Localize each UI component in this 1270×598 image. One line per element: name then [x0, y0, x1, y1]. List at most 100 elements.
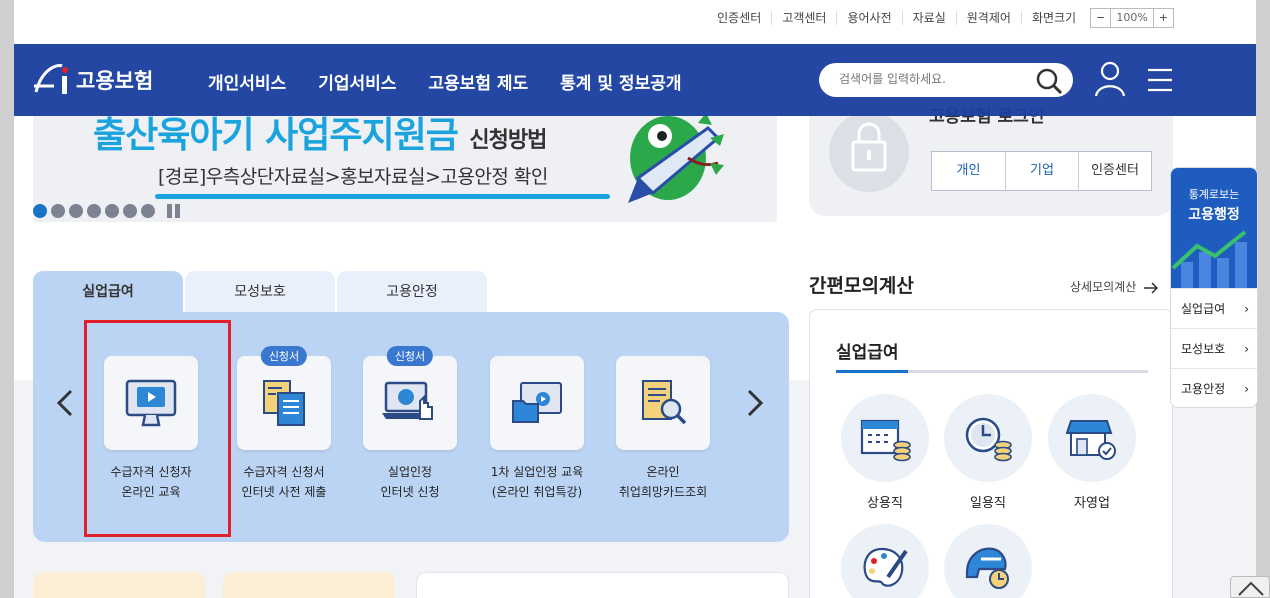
chevron-right-icon: › [1244, 302, 1249, 316]
chevron-right-icon: › [1244, 382, 1249, 396]
util-link-archive[interactable]: 자료실 [901, 11, 956, 25]
service-icon-box: 신청서 [363, 346, 457, 450]
hamburger-menu-icon[interactable] [1146, 68, 1174, 92]
main-banner[interactable]: 출산육아기 사업주지원금 신청방법 [경로]우측상단자료실>홍보자료실>고용안정… [33, 116, 777, 222]
util-link-certification[interactable]: 인증센터 [707, 11, 771, 25]
calc-item-delivery[interactable] [943, 524, 1033, 598]
zoom-label: 화면크기 [1020, 11, 1086, 25]
service-item-job-card-inquiry[interactable]: 온라인 취업희망카드조회 [603, 356, 723, 502]
chevron-up-icon [1238, 581, 1264, 596]
zoom-control: − 100% + [1090, 8, 1174, 28]
service-item-online-certification[interactable]: 신청서 실업인정 인터넷 신청 [350, 346, 470, 502]
banner-dot[interactable] [33, 204, 47, 218]
service-icon-box: 신청서 [237, 346, 331, 450]
service-item-pre-submission[interactable]: 신청서 수급자격 신청서 인터넷 사전 제출 [224, 346, 344, 502]
quick-item-unemployment[interactable]: 실업급여 › [1171, 288, 1257, 328]
banner-dot[interactable] [87, 204, 101, 218]
nav-company-services[interactable]: 기업서비스 [318, 69, 396, 94]
login-certification-button[interactable]: 인증센터 [1078, 152, 1151, 190]
util-link-remote-control[interactable]: 원격제어 [955, 11, 1021, 25]
calc-item-label: 일용직 [970, 496, 1006, 511]
nav-statistics[interactable]: 통계 및 정보공개 [560, 69, 681, 94]
bottom-card-1 [33, 572, 205, 598]
calc-box: 실업급여 상용직 일용직 자영업 [809, 309, 1173, 598]
banner-dot[interactable] [51, 204, 65, 218]
chevron-left-icon[interactable] [55, 389, 75, 417]
calendar-coins-icon [841, 394, 929, 482]
pause-icon[interactable] [167, 204, 183, 218]
banner-title: 출산육아기 사업주지원금 신청방법 [93, 116, 547, 158]
service-item-first-education[interactable]: 1차 실업인정 교육 (온라인 취업특강) [477, 356, 597, 502]
application-badge: 신청서 [386, 346, 434, 366]
nav-insurance-system[interactable]: 고용보험 제도 [428, 69, 528, 94]
tab-maternity-protection[interactable]: 모성보호 [185, 271, 335, 313]
banner-title-text: 출산육아기 사업주지원금 [93, 116, 459, 156]
quick-item-stability[interactable]: 고용안정 › [1171, 368, 1257, 407]
dinosaur-mascot-icon [628, 116, 724, 203]
calc-detail-link[interactable]: 상세모의계산 [1070, 278, 1159, 295]
calc-item-self-employed[interactable]: 자영업 [1047, 394, 1137, 511]
banner-dot[interactable] [141, 204, 155, 218]
quick-item-maternity[interactable]: 모성보호 › [1171, 328, 1257, 368]
util-link-customer-center[interactable]: 고객센터 [771, 11, 836, 25]
banner-dot[interactable] [123, 204, 137, 218]
calc-item-artist[interactable] [840, 524, 930, 598]
login-box: 고용보험 로그인 개인 기업 인증센터 [809, 107, 1173, 216]
calc-tab-bar [836, 370, 1148, 373]
zoom-in-button[interactable]: + [1154, 9, 1173, 27]
calc-title: 간편모의계산 [809, 275, 914, 297]
clock-coins-icon [944, 394, 1032, 482]
tab-employment-stability[interactable]: 고용안정 [337, 271, 487, 313]
quick-stats-line2: 고용행정 [1188, 207, 1240, 223]
site-logo[interactable]: 고용보험 [32, 62, 153, 98]
header: 고용보험 개인서비스 기업서비스 고용보험 제도 통계 및 정보공개 [14, 44, 1256, 116]
service-label: 수급자격 신청서 인터넷 사전 제출 [241, 465, 327, 499]
banner-dot[interactable] [105, 204, 119, 218]
page: 인증센터 고객센터 용어사전 자료실 원격제어 화면크기 − 100% + 출산… [14, 0, 1256, 598]
chevron-right-icon[interactable] [745, 389, 765, 417]
service-icon-box [490, 356, 584, 450]
calc-item-regular[interactable]: 상용직 [840, 394, 930, 511]
growth-chart-icon [1171, 230, 1247, 288]
quick-stats-line1: 통계로보는 [1188, 188, 1240, 201]
laptop-click-icon [382, 381, 433, 420]
search-input[interactable] [839, 72, 1029, 86]
service-label: 온라인 취업희망카드조회 [618, 465, 708, 499]
folder-video-icon [512, 382, 562, 423]
login-personal-button[interactable]: 개인 [932, 152, 1005, 190]
login-company-button[interactable]: 기업 [1005, 152, 1078, 190]
service-label: 1차 실업인정 교육 (온라인 취업특강) [490, 465, 584, 499]
global-nav: 개인서비스 기업서비스 고용보험 제도 통계 및 정보공개 [208, 69, 714, 94]
banner-dot[interactable] [69, 204, 83, 218]
scroll-top-button[interactable] [1230, 576, 1270, 598]
quick-stats-banner[interactable]: 통계로보는 고용행정 [1171, 168, 1257, 288]
banner-route: [경로]우측상단자료실>홍보자료실>고용안정 확인 [158, 166, 548, 188]
service-label: 실업인정 인터넷 신청 [380, 465, 440, 499]
user-icon[interactable] [1094, 61, 1126, 97]
service-icon-box [616, 356, 710, 450]
helmet-clock-icon [944, 524, 1032, 598]
document-icon [263, 380, 305, 426]
bottom-card-2 [223, 572, 395, 598]
logo-mark-icon [34, 64, 68, 94]
calc-item-label: 상용직 [867, 496, 903, 511]
bottom-card-3 [416, 572, 789, 598]
banner-underline [155, 194, 610, 199]
quick-menu: 통계로보는 고용행정 실업급여 › 모성보호 › 고용안정 › [1170, 167, 1258, 408]
calc-subtitle: 실업급여 [836, 343, 899, 363]
util-link-glossary[interactable]: 용어사전 [836, 11, 901, 25]
calc-item-daily[interactable]: 일용직 [943, 394, 1033, 511]
calc-item-label: 자영업 [1074, 496, 1110, 511]
search-icon[interactable] [1035, 67, 1063, 95]
banner-title-suffix: 신청방법 [469, 128, 547, 153]
login-buttons: 개인 기업 인증센터 [931, 151, 1152, 191]
document-search-icon [642, 380, 687, 425]
utility-bar: 인증센터 고객센터 용어사전 자료실 원격제어 화면크기 − 100% + [707, 0, 1174, 36]
nav-personal-services[interactable]: 개인서비스 [208, 69, 286, 94]
zoom-out-button[interactable]: − [1091, 9, 1110, 27]
search-box [819, 63, 1073, 97]
palette-icon [841, 524, 929, 598]
store-icon [1048, 394, 1136, 482]
chevron-right-icon: › [1244, 342, 1249, 356]
tab-unemployment-benefit[interactable]: 실업급여 [33, 271, 183, 313]
